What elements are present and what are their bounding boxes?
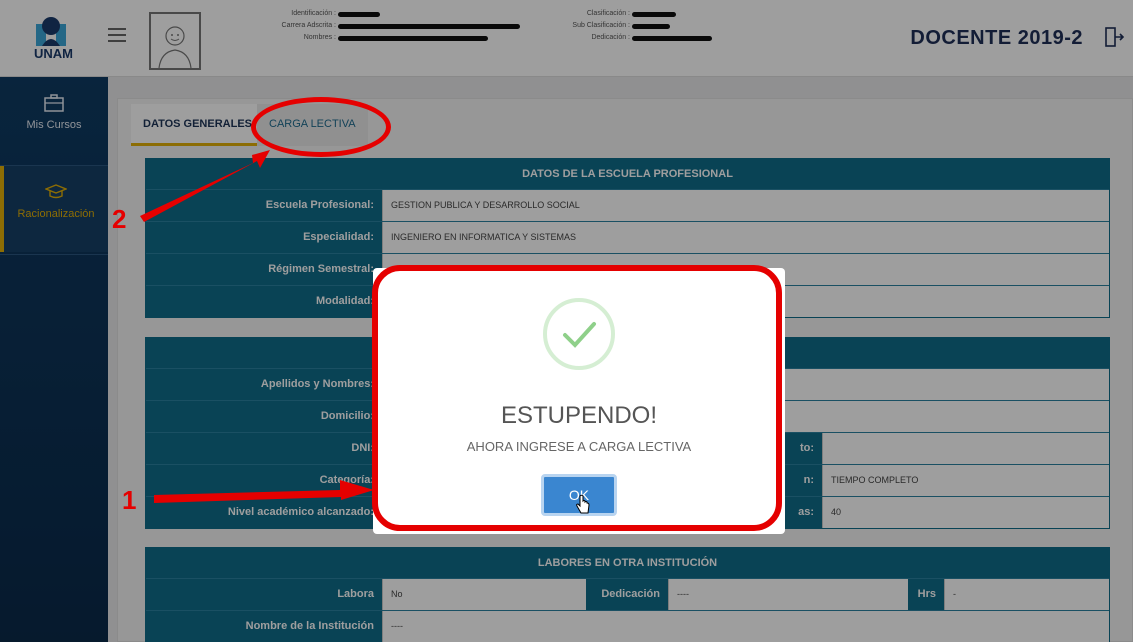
- step-number-2: 2: [112, 204, 127, 234]
- arrow-to-tab: [140, 150, 270, 222]
- step-number-1: 1: [122, 485, 137, 515]
- arrow-to-ok: [154, 480, 374, 503]
- annotation-arrows: [140, 150, 374, 503]
